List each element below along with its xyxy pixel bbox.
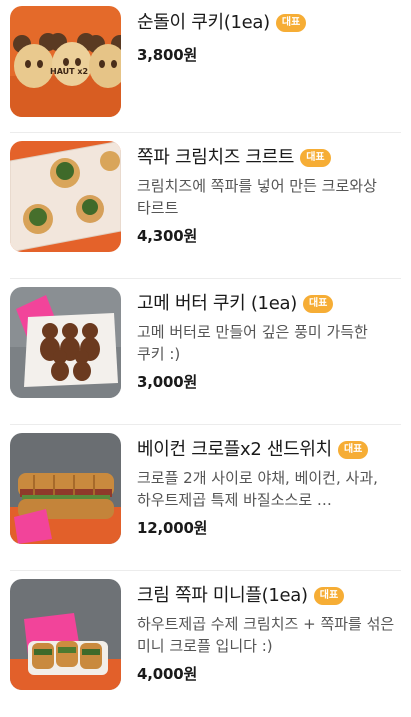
menu-item[interactable]: 고메 버터 쿠키 (1ea) 대표 고메 버터로 만들어 깊은 풍미 가득한 쿠…: [10, 279, 401, 425]
menu-item-price: 12,000원: [137, 519, 208, 537]
menu-item-info: 고메 버터 쿠키 (1ea) 대표 고메 버터로 만들어 깊은 풍미 가득한 쿠…: [137, 287, 401, 392]
signature-badge: 대표: [337, 441, 369, 459]
menu-item-description: 크로플 2개 사이로 야채, 베이컨, 사과, 하우트제곱 특제 바질소스로 …: [137, 469, 378, 509]
menu-item-description: 고메 버터로 만들어 깊은 풍미 가득한 쿠키 :): [137, 323, 368, 363]
menu-item-name: 베이컨 크로플x2 샌드위치: [137, 439, 332, 460]
menu-item-photo[interactable]: [10, 287, 121, 398]
menu-item[interactable]: 베이컨 크로플x2 샌드위치 대표 크로플 2개 사이로 야채, 베이컨, 사과…: [10, 425, 401, 571]
menu-item-photo[interactable]: [10, 141, 121, 252]
menu-item[interactable]: 쪽파 크림치즈 크르트 대표 크림치즈에 쪽파를 넣어 만든 크로와상 타르트 …: [10, 133, 401, 279]
menu-item-price: 3,000원: [137, 373, 198, 391]
menu-item-info: 쪽파 크림치즈 크르트 대표 크림치즈에 쪽파를 넣어 만든 크로와상 타르트 …: [137, 141, 401, 246]
menu-item-price: 4,000원: [137, 665, 198, 683]
menu-item-description: 하우트제곱 수제 크림치즈 + 쪽파를 섞은 미니 크로플 입니다 :): [137, 615, 395, 655]
menu-item-photo[interactable]: [10, 579, 121, 690]
menu-item[interactable]: HAUT x2 순돌이 쿠키(1ea) 대표 3,800원: [10, 0, 401, 133]
menu-item-info: 순돌이 쿠키(1ea) 대표 3,800원: [137, 6, 401, 65]
menu-item-price: 4,300원: [137, 227, 198, 245]
menu-list: HAUT x2 순돌이 쿠키(1ea) 대표 3,800원 쪽파 크림치즈 크르…: [0, 0, 411, 717]
menu-item-info: 크림 쪽파 미니플(1ea) 대표 하우트제곱 수제 크림치즈 + 쪽파를 섞은…: [137, 579, 401, 684]
menu-item-description: 크림치즈에 쪽파를 넣어 만든 크로와상 타르트: [137, 177, 377, 217]
signature-badge: 대표: [275, 14, 307, 32]
signature-badge: 대표: [302, 295, 334, 313]
menu-item-name: 쪽파 크림치즈 크르트: [137, 147, 295, 168]
signature-badge: 대표: [313, 587, 345, 605]
svg-text:HAUT x2: HAUT x2: [50, 67, 88, 76]
menu-item-price: 3,800원: [137, 46, 198, 64]
menu-item-photo[interactable]: HAUT x2: [10, 6, 121, 117]
menu-item[interactable]: 크림 쪽파 미니플(1ea) 대표 하우트제곱 수제 크림치즈 + 쪽파를 섞은…: [10, 571, 401, 717]
signature-badge: 대표: [300, 149, 331, 167]
menu-item-name: 크림 쪽파 미니플(1ea): [137, 585, 308, 606]
menu-item-photo[interactable]: [10, 433, 121, 544]
menu-item-name: 순돌이 쿠키(1ea): [137, 12, 270, 33]
menu-item-info: 베이컨 크로플x2 샌드위치 대표 크로플 2개 사이로 야채, 베이컨, 사과…: [137, 433, 401, 538]
menu-item-name: 고메 버터 쿠키 (1ea): [137, 293, 297, 314]
